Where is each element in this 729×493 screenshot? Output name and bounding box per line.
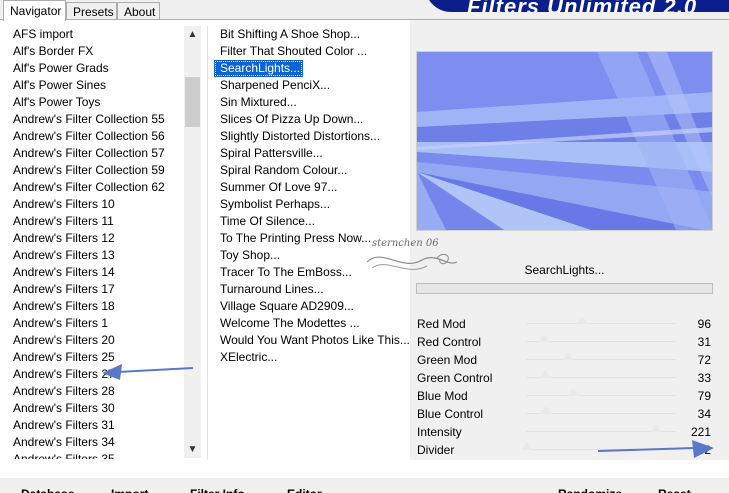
progress-bar [416,283,713,294]
effect-item[interactable]: Sharpened PenciX... [214,77,333,94]
navigator-panel: AFS import Alf's Border FX Alf's Power Gra… [0,20,729,493]
filter-info-button[interactable]: Filter Info... [190,485,255,493]
effect-item[interactable]: Spiral Pattersville... [214,145,326,162]
list-item[interactable]: Andrew's Filters 13 [6,247,184,264]
effect-item[interactable]: Sin Mixtured... [214,94,300,111]
list-item[interactable]: Andrew's Filter Collection 57 [6,145,184,162]
list-item[interactable]: Andrew's Filters 18 [6,298,184,315]
arrow-left-icon [102,364,194,380]
effect-item[interactable]: Bit Shifting A Shoe Shop... [214,26,363,43]
list-divider [207,26,208,460]
effect-item[interactable]: Would You Want Photos Like This... [214,332,410,349]
list-item[interactable]: Andrew's Filters 12 [6,230,184,247]
list-item[interactable]: Andrew's Filter Collection 62 [6,179,184,196]
slider-value: 72 [697,353,711,367]
arrow-right-icon [597,440,714,458]
list-item[interactable]: Alf's Power Sines [6,77,184,94]
list-item[interactable]: Alf's Power Toys [6,94,184,111]
database-button[interactable]: Database [21,485,74,493]
effect-item[interactable]: Slightly Distorted Distortions... [214,128,383,145]
effect-item[interactable]: XElectric... [214,349,280,366]
effect-item[interactable]: Tracer To The EmBoss... [214,264,355,281]
slider-label: Green Control [417,371,493,385]
scroll-up-icon[interactable]: ▲ [184,26,201,43]
tab-about[interactable]: About [117,2,160,20]
list-item[interactable]: Andrew's Filters 34 [6,434,184,451]
slider-label: Blue Control [417,407,484,421]
randomize-button[interactable]: Randomize [558,485,622,493]
effect-item[interactable]: Summer Of Love 97... [214,179,340,196]
slider-track[interactable] [526,395,676,396]
slider-row[interactable]: Blue Control 34 [416,405,713,423]
slider-label: Red Mod [417,317,466,331]
slider-value: 79 [697,389,711,403]
list-item[interactable]: Andrew's Filters 14 [6,264,184,281]
effect-item[interactable]: Filter That Shouted Color ... [214,43,370,60]
slider-label: Red Control [417,335,482,349]
reset-button[interactable]: Reset [658,485,691,493]
list-item[interactable]: Andrew's Filters 11 [6,213,184,230]
list-item[interactable]: Andrew's Filters 17 [6,281,184,298]
list-item[interactable]: Andrew's Filter Collection 59 [6,162,184,179]
scroll-down-icon[interactable]: ▼ [184,441,201,458]
slider-label: Divider [417,443,455,457]
slider-label: Intensity [417,425,462,439]
list-item[interactable]: Andrew's Filters 1 [6,315,184,332]
list-item[interactable]: Andrew's Filters 20 [6,332,184,349]
slider-track[interactable] [526,359,676,360]
slider-thumb[interactable] [576,316,589,324]
svg-text:sternchen 06: sternchen 06 [372,238,439,249]
import-button[interactable]: Import... [111,485,158,493]
slider-value: 96 [697,317,711,331]
slider-value: 33 [697,371,711,385]
slider-thumb[interactable] [539,370,552,378]
slider-row[interactable]: Red Control 31 [416,333,713,351]
effect-item[interactable]: Village Square AD2909... [214,298,357,315]
tab-navigator[interactable]: Navigator [3,0,66,21]
effect-item[interactable]: SearchLights... [214,60,304,77]
list-item[interactable]: Alf's Power Grads [6,60,184,77]
effect-item[interactable]: Turnaround Lines... [214,281,327,298]
list-item[interactable]: Andrew's Filters 10 [6,196,184,213]
effect-item[interactable]: Welcome The Modettes ... [214,315,363,332]
list-item[interactable]: Andrew's Filters 35 [6,451,184,459]
list-item[interactable]: Alf's Border FX [6,43,184,60]
list-item[interactable]: Andrew's Filters 28 [6,383,184,400]
title-banner: Filters Unlimited 2.0 [425,0,729,12]
banner-title: Filters Unlimited 2.0 [467,0,697,12]
slider-thumb[interactable] [539,406,552,414]
slider-thumb[interactable] [566,388,579,396]
editor-button[interactable]: Editor... [287,485,331,493]
list-item[interactable]: Andrew's Filter Collection 56 [6,128,184,145]
slider-track[interactable] [526,323,676,324]
effect-item[interactable]: Symbolist Perhaps... [214,196,333,213]
slider-thumb[interactable] [650,424,663,432]
list-item[interactable]: Andrew's Filters 30 [6,400,184,417]
effect-item[interactable]: Spiral Random Colour... [214,162,350,179]
effect-item[interactable]: Time Of Silence... [214,213,318,230]
slider-row[interactable]: Green Mod 72 [416,351,713,369]
slider-thumb[interactable] [521,442,534,450]
effect-item[interactable]: Slices Of Pizza Up Down... [214,111,366,128]
effect-name-label: SearchLights... [524,263,605,277]
list-item[interactable]: Andrew's Filter Collection 55 [6,111,184,128]
list-item[interactable]: Andrew's Filters 31 [6,417,184,434]
slider-label: Green Mod [417,353,478,367]
scroll-thumb[interactable] [185,77,200,127]
list-item[interactable]: AFS import [6,26,184,43]
filter-list[interactable]: AFS import Alf's Border FX Alf's Power Gra… [6,26,203,459]
slider-thumb[interactable] [538,334,551,342]
slider-value: 34 [697,407,711,421]
effect-item[interactable]: Toy Shop... [214,247,283,264]
slider-row[interactable]: Red Mod 96 [416,315,713,333]
effect-item[interactable]: To The Printing Press Now... [214,230,374,247]
slider-thumb[interactable] [562,352,575,360]
tab-presets[interactable]: Presets [66,2,117,20]
preview-image [416,51,713,231]
slider-label: Blue Mod [417,389,468,403]
slider-value: 31 [697,335,711,349]
filter-list-scrollbar[interactable]: ▲ ▼ [184,26,201,458]
slider-row[interactable]: Blue Mod 79 [416,387,713,405]
slider-row[interactable]: Green Control 33 [416,369,713,387]
